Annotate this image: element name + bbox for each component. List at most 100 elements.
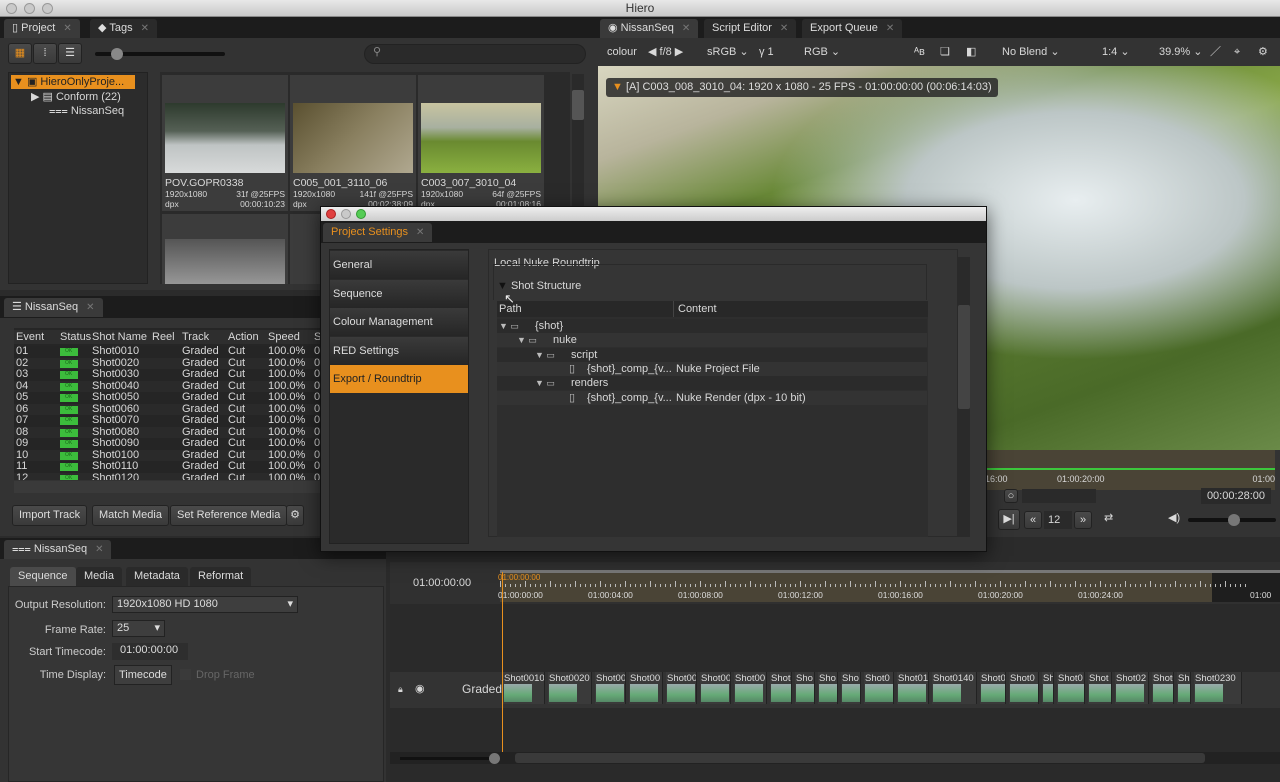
- zoom-window-button[interactable]: [42, 3, 53, 14]
- gear-icon[interactable]: ⚙: [1258, 39, 1268, 65]
- tree-row[interactable]: ▼ ▭ nuke: [497, 333, 927, 348]
- play-forward-button[interactable]: ▶|: [998, 509, 1020, 530]
- tab-project-settings[interactable]: Project Settings ✕: [323, 223, 433, 242]
- close-icon[interactable]: ✕: [86, 302, 94, 313]
- thumbnail-size-slider[interactable]: [95, 48, 225, 60]
- timeline-clip[interactable]: Shot00: [734, 672, 767, 704]
- timeline-clip[interactable]: Shot00: [666, 672, 697, 704]
- minimize-dialog-button[interactable]: [341, 209, 351, 219]
- tree-row[interactable]: ▼ ▭ renders: [497, 376, 927, 391]
- grid-view-button[interactable]: ▦: [8, 43, 32, 64]
- table-row[interactable]: 05 OK Shot0050 Graded Cut 100.0% 0: [14, 391, 320, 404]
- column-header[interactable]: Action: [228, 330, 259, 344]
- timeline-clip[interactable]: Shot0: [980, 672, 1006, 704]
- close-icon[interactable]: ✕: [780, 23, 788, 34]
- gamma-control[interactable]: γ 1: [759, 39, 774, 65]
- timeline-clip[interactable]: Shot: [770, 672, 792, 704]
- timeline-clip[interactable]: Shot0010: [503, 672, 545, 704]
- subtab-media[interactable]: Media: [76, 567, 122, 586]
- colorspace-dropdown[interactable]: sRGB ⌄: [707, 39, 749, 65]
- column-header[interactable]: Status: [60, 330, 91, 344]
- output-resolution-dropdown[interactable]: 1920x1080 HD 1080 ▾: [112, 596, 298, 613]
- volume-slider[interactable]: [1188, 514, 1276, 526]
- timeline-clip[interactable]: Shot0: [1152, 672, 1174, 704]
- timeline-ruler[interactable]: 01:00:00:00 01:00:00:00 01:00:04:00 01:00:…: [498, 570, 1280, 602]
- step-forward-button[interactable]: »: [1074, 511, 1092, 529]
- tree-row[interactable]: ▯ {shot}_comp_{v... Nuke Render (dpx - 10 …: [497, 390, 927, 405]
- viewer-timeline-ruler[interactable]: 16:00 01:00:20:00 01:00: [985, 450, 1275, 490]
- tree-item-sequence[interactable]: ⩶ NissanSeq: [49, 104, 124, 118]
- subtab-sequence[interactable]: Sequence: [10, 567, 76, 586]
- timeline-clip[interactable]: Shot0020: [548, 672, 592, 704]
- close-window-button[interactable]: [6, 3, 17, 14]
- scrollbar-thumb[interactable]: [958, 305, 970, 409]
- timecode-display[interactable]: 00:00:28:00: [1201, 488, 1271, 504]
- drop-frame-checkbox[interactable]: [180, 669, 191, 680]
- frame-step-input[interactable]: 12: [1044, 511, 1072, 529]
- slider-handle[interactable]: [489, 753, 500, 764]
- gear-icon[interactable]: ⚙: [286, 505, 304, 526]
- subtab-reformat[interactable]: Reformat: [190, 567, 252, 586]
- in-point-field[interactable]: [1022, 489, 1096, 503]
- close-icon[interactable]: ✕: [141, 23, 149, 34]
- close-icon[interactable]: ✕: [63, 23, 71, 34]
- tab-script-editor[interactable]: Script Editor ✕: [704, 19, 797, 38]
- close-icon[interactable]: ✕: [682, 23, 690, 34]
- table-row[interactable]: 12 OK Shot0120 Graded Cut 100.0% 0: [14, 472, 320, 480]
- tree-item-project[interactable]: ▼ ▣ HieroOnlyProje...: [11, 75, 135, 89]
- timeline-clip[interactable]: Shot0140: [932, 672, 977, 704]
- slider-handle[interactable]: [111, 48, 123, 60]
- fstop-control[interactable]: ◀ f/8 ▶: [648, 39, 683, 65]
- settings-nav-item[interactable]: General: [330, 251, 468, 279]
- horizontal-scrollbar[interactable]: [14, 481, 320, 493]
- start-timecode-input[interactable]: 01:00:00:00: [112, 643, 188, 660]
- table-row[interactable]: 07 OK Shot0070 Graded Cut 100.0% 0: [14, 414, 320, 427]
- close-icon[interactable]: ✕: [416, 227, 424, 238]
- timeline-clip[interactable]: Sh: [1177, 672, 1191, 704]
- match-media-button[interactable]: Match Media: [92, 505, 169, 526]
- tab-project[interactable]: ▯ Project ✕: [4, 19, 80, 38]
- scrollbar-thumb[interactable]: [572, 90, 584, 120]
- ab-compare-icon[interactable]: ᴬʙ: [914, 39, 925, 65]
- timeline-clip[interactable]: Shot0: [1057, 672, 1085, 704]
- tab-spreadsheet[interactable]: ☰ NissanSeq ✕: [4, 298, 103, 317]
- set-reference-media-button[interactable]: Set Reference Media: [170, 505, 288, 526]
- list-grid-view-button[interactable]: ⁞: [33, 43, 57, 64]
- step-back-button[interactable]: «: [1024, 511, 1042, 529]
- channel-dropdown[interactable]: colour: [607, 39, 637, 65]
- timeline-clip[interactable]: Shot00: [700, 672, 731, 704]
- tree-row[interactable]: ▼ ▭ script: [497, 347, 927, 362]
- triangle-down-icon[interactable]: ▼: [612, 81, 623, 93]
- timeline-clip[interactable]: Shot00: [595, 672, 626, 704]
- loop-icon[interactable]: ⇄: [1104, 511, 1113, 524]
- timeline-clip[interactable]: Shot01: [897, 672, 929, 704]
- column-header[interactable]: Track: [182, 330, 209, 344]
- close-icon[interactable]: ✕: [95, 544, 103, 555]
- timeline-scrollbar[interactable]: [390, 752, 1280, 764]
- table-row[interactable]: 11 OK Shot0110 Graded Cut 100.0% 0: [14, 460, 320, 473]
- column-header[interactable]: Shot Name: [92, 330, 147, 344]
- clip-thumbnail[interactable]: POV.GOPR0338 1920x1080 31f @25FPS dpx 00…: [162, 75, 288, 211]
- clip-thumbnail[interactable]: C005_001_3110_06 1920x1080 141f @25FPS d…: [290, 75, 416, 211]
- layers-icon[interactable]: ❏: [940, 39, 950, 65]
- settings-nav-item[interactable]: RED Settings: [330, 336, 468, 365]
- search-input[interactable]: ⚲: [364, 44, 586, 64]
- list-view-button[interactable]: ☰: [58, 43, 82, 64]
- settings-nav-item[interactable]: Sequence: [330, 279, 468, 308]
- zoom-dropdown[interactable]: 39.9% ⌄: [1159, 39, 1202, 65]
- timeline-clip[interactable]: Shot: [1088, 672, 1112, 704]
- downscale-dropdown[interactable]: 1:4 ⌄: [1102, 39, 1130, 65]
- slider-handle[interactable]: [1228, 514, 1240, 526]
- table-row[interactable]: 03 OK Shot0030 Graded Cut 100.0% 0: [14, 368, 320, 381]
- timeline-clip[interactable]: Shot0: [864, 672, 894, 704]
- timeline-clip[interactable]: Shot0230: [1194, 672, 1242, 704]
- volume-icon[interactable]: ◀): [1168, 511, 1180, 524]
- tab-sequence-panel[interactable]: ⩶ NissanSeq ✕: [4, 540, 112, 559]
- tree-row[interactable]: ▼ ▭ {shot}: [497, 319, 927, 333]
- playhead[interactable]: [502, 572, 503, 752]
- settings-nav-item[interactable]: Export / Roundtrip: [330, 365, 468, 393]
- timeline-clip[interactable]: Sho: [795, 672, 815, 704]
- color-picker-icon[interactable]: ／: [1210, 39, 1221, 65]
- timeline-clip[interactable]: Shot00: [629, 672, 663, 704]
- tree-row[interactable]: ▯ {shot}_comp_{v... Nuke Project File: [497, 361, 927, 376]
